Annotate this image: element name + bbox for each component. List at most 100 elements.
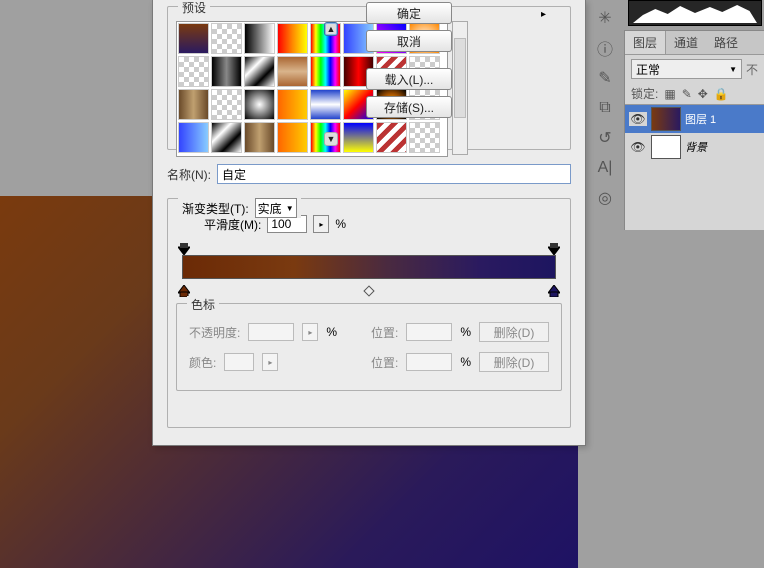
preset-swatch[interactable] — [211, 23, 242, 54]
percent-label: % — [460, 355, 471, 369]
preset-swatch[interactable] — [310, 89, 341, 120]
lock-all-icon[interactable]: 🔒 — [714, 87, 729, 101]
panel-tabs: 图层 通道 路径 — [625, 31, 764, 55]
preset-swatch[interactable] — [178, 23, 209, 54]
camera-icon[interactable]: ◎ — [593, 186, 617, 210]
color-label: 颜色: — [189, 354, 216, 371]
midpoint-diamond[interactable] — [363, 285, 374, 296]
smoothness-label: 平滑度(M): — [204, 216, 261, 233]
gradient-editor-dialog: 预设 ▸ — [152, 0, 586, 446]
layer-list: 👁 图层 1 👁 背景 — [625, 104, 764, 161]
preset-swatch[interactable] — [244, 122, 275, 153]
gradient-preview-bar[interactable] — [182, 255, 556, 279]
right-tool-stack: ✳ ⓘ ✎ ⧉ ↺ A| ◎ — [590, 0, 620, 216]
lock-pixels-icon[interactable]: ✎ — [682, 87, 692, 101]
presets-menu-arrow[interactable]: ▸ — [541, 9, 546, 20]
opacity-spinner: ▸ — [302, 323, 318, 341]
compass-icon[interactable]: ✳ — [593, 6, 617, 30]
visibility-eye-icon[interactable]: 👁 — [629, 140, 647, 154]
preset-swatch[interactable] — [244, 23, 275, 54]
layer-thumbnail[interactable] — [651, 135, 681, 159]
delete-opacity-stop-button: 删除(D) — [479, 322, 549, 342]
delete-color-stop-button: 删除(D) — [479, 352, 549, 372]
chevron-down-icon: ▼ — [286, 204, 294, 213]
name-label: 名称(N): — [167, 166, 211, 183]
info-icon[interactable]: ⓘ — [593, 36, 617, 60]
color-stop-right[interactable] — [548, 285, 560, 297]
scroll-thumb[interactable] — [454, 38, 466, 118]
visibility-eye-icon[interactable]: 👁 — [629, 112, 647, 126]
opacity-label: 不透明度: — [189, 324, 240, 341]
preset-swatch[interactable] — [277, 89, 308, 120]
text-icon[interactable]: A| — [593, 156, 617, 180]
histogram-bars — [633, 3, 757, 23]
load-button[interactable]: 载入(L)... — [366, 68, 452, 90]
preset-swatch[interactable] — [178, 56, 209, 87]
preset-swatch[interactable] — [277, 56, 308, 87]
smoothness-spinner[interactable]: ▸ — [313, 215, 329, 233]
tab-channels[interactable]: 通道 — [666, 31, 706, 54]
gradient-editor-strip[interactable] — [176, 243, 562, 297]
clone-icon[interactable]: ⧉ — [593, 96, 617, 120]
lock-row: 锁定: ▦ ✎ ✥ 🔒 — [625, 83, 764, 104]
layer-name[interactable]: 图层 1 — [685, 111, 760, 127]
layers-panel: 图层 通道 路径 正常 ▼ 不 锁定: ▦ ✎ ✥ 🔒 👁 图层 1 👁 背景 — [624, 30, 764, 230]
scroll-down-button[interactable]: ▼ — [324, 132, 338, 146]
save-button[interactable]: 存储(S)... — [366, 96, 452, 118]
lock-label: 锁定: — [631, 85, 658, 102]
gradient-type-select[interactable]: 实底 ▼ — [255, 198, 297, 218]
opacity-stop-right[interactable] — [548, 243, 560, 255]
name-row: 名称(N): — [167, 164, 571, 184]
opacity-stop-left[interactable] — [178, 243, 190, 255]
presets-scrollbar[interactable]: ▲ ▼ — [452, 21, 468, 155]
color-position-input — [406, 353, 452, 371]
blend-mode-select[interactable]: 正常 ▼ — [631, 59, 742, 79]
tab-paths[interactable]: 路径 — [706, 31, 746, 54]
histogram-preview — [628, 0, 762, 26]
opacity-truncated-label: 不 — [746, 61, 758, 78]
preset-swatch[interactable] — [178, 89, 209, 120]
stops-label: 色标 — [187, 296, 219, 313]
opacity-position-input — [406, 323, 452, 341]
lock-transparency-icon[interactable]: ▦ — [664, 87, 675, 101]
preset-swatch[interactable] — [211, 89, 242, 120]
gradient-type-label: 渐变类型(T): — [182, 200, 249, 217]
tab-layers[interactable]: 图层 — [625, 31, 666, 54]
position-label: 位置: — [371, 324, 398, 341]
percent-label: % — [460, 325, 471, 339]
preset-swatch[interactable] — [211, 122, 242, 153]
lock-position-icon[interactable]: ✥ — [698, 87, 708, 101]
ok-button[interactable]: 确定 — [366, 2, 452, 24]
preset-swatch[interactable] — [277, 122, 308, 153]
preset-swatch[interactable] — [211, 56, 242, 87]
layer-thumbnail[interactable] — [651, 107, 681, 131]
preset-swatch[interactable] — [277, 23, 308, 54]
layer-item[interactable]: 👁 图层 1 — [625, 105, 764, 133]
preset-swatch[interactable] — [409, 122, 440, 153]
percent-label: % — [326, 325, 337, 339]
cancel-button[interactable]: 取消 — [366, 30, 452, 52]
gradient-type-value: 实底 — [258, 200, 282, 217]
chevron-down-icon: ▼ — [729, 65, 737, 74]
layer-item[interactable]: 👁 背景 — [625, 133, 764, 161]
preset-swatch[interactable] — [343, 122, 374, 153]
position-label: 位置: — [371, 354, 398, 371]
preset-swatch[interactable] — [178, 122, 209, 153]
layer-name[interactable]: 背景 — [685, 139, 760, 155]
preset-swatch[interactable] — [310, 56, 341, 87]
name-input[interactable] — [217, 164, 571, 184]
stops-fieldset: 色标 不透明度: ▸ % 位置: % 删除(D) 颜色: ▸ — [176, 303, 562, 391]
scroll-up-button[interactable]: ▲ — [324, 22, 338, 36]
preset-swatch[interactable] — [376, 122, 407, 153]
preset-swatch[interactable] — [244, 89, 275, 120]
history-icon[interactable]: ↺ — [593, 126, 617, 150]
brush-icon[interactable]: ✎ — [593, 66, 617, 90]
percent-label: % — [335, 217, 346, 231]
blend-mode-value: 正常 — [636, 61, 660, 78]
gradient-settings-fieldset: 渐变类型(T): 实底 ▼ 平滑度(M): ▸ % — [167, 198, 571, 428]
color-chip — [224, 353, 254, 371]
presets-label: 预设 — [178, 0, 210, 16]
preset-swatch[interactable] — [244, 56, 275, 87]
color-picker-arrow: ▸ — [262, 353, 278, 371]
opacity-input — [248, 323, 294, 341]
